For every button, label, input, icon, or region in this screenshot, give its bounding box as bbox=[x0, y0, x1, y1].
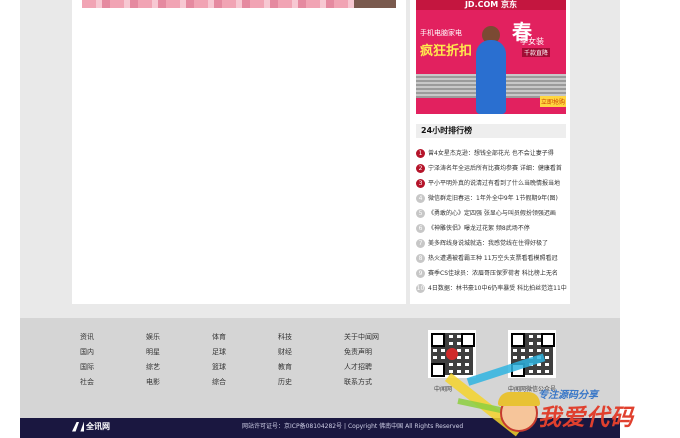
ranking-item[interactable]: 6 《神雕侠侣》曝龙过花絮 频8武场不停 bbox=[416, 221, 568, 236]
ranking-item[interactable]: 7 美多辉线身说城就选：我感觉线在住得好极了 bbox=[416, 236, 568, 251]
rank-number: 9 bbox=[416, 269, 425, 278]
ranking-list: 1 曾4女星杰克逊：想钱全部花光 也不会让妻子得 2 宁泽涛名年全运后所有比赛均参赛… bbox=[416, 146, 568, 296]
watermark-title: 我爱代码 bbox=[538, 405, 634, 431]
ranking-item[interactable]: 10 4日数据：林书豪10中6仍率暴受 科比拍丝范连11中 bbox=[416, 281, 568, 296]
straw-hat-icon bbox=[498, 392, 540, 406]
footer-column-sports: 体育 足球 篮球 综合 bbox=[212, 330, 272, 390]
rank-number: 2 bbox=[416, 164, 425, 173]
copyright-text: 网站许可证号：京ICP备08104282号 | Copyright 佛南中国 A… bbox=[242, 423, 464, 430]
footer-link[interactable]: 国内 bbox=[80, 345, 140, 360]
rank-number: 4 bbox=[416, 194, 425, 203]
rank-number: 1 bbox=[416, 149, 425, 158]
ranking-link[interactable]: 宁泽涛名年全运后所有比赛均参赛 详细：健康看首 bbox=[428, 161, 562, 176]
footer-link[interactable]: 综艺 bbox=[146, 360, 206, 375]
ad-corner-badge: 立即抢购 bbox=[540, 96, 566, 107]
footer-link[interactable]: 关于中闻网 bbox=[344, 330, 404, 345]
qr-finder bbox=[461, 333, 475, 347]
ranking-item[interactable]: 1 曾4女星杰克逊：想钱全部花光 也不会让妻子得 bbox=[416, 146, 568, 161]
footer-link[interactable]: 明星 bbox=[146, 345, 206, 360]
footer-link[interactable]: 体育 bbox=[212, 330, 272, 345]
footer-link[interactable]: 娱乐 bbox=[146, 330, 206, 345]
rank-number: 7 bbox=[416, 239, 425, 248]
footer-link[interactable]: 教育 bbox=[278, 360, 338, 375]
ad-season: 季女装 bbox=[520, 37, 544, 46]
rank-number: 3 bbox=[416, 179, 425, 188]
footer-link[interactable]: 历史 bbox=[278, 375, 338, 390]
top-banner-image[interactable] bbox=[82, 0, 396, 8]
ranking-item[interactable]: 8 热火遭遇被看霸王种 11万空头支票看看模照看冠 bbox=[416, 251, 568, 266]
footer-link[interactable]: 电影 bbox=[146, 375, 206, 390]
ad-subtitle: 手机电脑家电 bbox=[420, 29, 462, 37]
main-content-area bbox=[72, 0, 406, 304]
footer-logo[interactable]: 全讯网 bbox=[72, 421, 110, 433]
qr-finder bbox=[431, 363, 445, 377]
footer-link[interactable]: 综合 bbox=[212, 375, 272, 390]
watermark-avatar-icon bbox=[498, 392, 540, 432]
ranking-title: 24小时排行榜 bbox=[416, 124, 566, 138]
qr-finder bbox=[541, 333, 555, 347]
footer-link[interactable]: 足球 bbox=[212, 345, 272, 360]
footer-logo-text: 全讯网 bbox=[86, 422, 110, 431]
ad-brand: JD.COM 京东 bbox=[416, 0, 566, 10]
footer-link[interactable]: 社会 bbox=[80, 375, 140, 390]
footer-column-about: 关于中闻网 免责声明 人才招聘 联系方式 bbox=[344, 330, 404, 390]
ranking-link[interactable]: 赛季CS佳球员：浓眉哥压保罗荷者 科比榜上无名 bbox=[428, 266, 558, 281]
footer-column-news: 资讯 国内 国际 社会 bbox=[80, 330, 140, 390]
qr-logo-icon bbox=[446, 348, 458, 360]
jd-advertisement[interactable]: JD.COM 京东 手机电脑家电 疯狂折扣 春 季女装 千款直降 立即抢购 bbox=[416, 0, 566, 114]
ranking-link[interactable]: 《勇敢的心》定四强 张显心与叫员假扮领强迟画 bbox=[428, 206, 556, 221]
ranking-link[interactable]: 曾4女星杰克逊：想钱全部花光 也不会让妻子得 bbox=[428, 146, 554, 161]
ranking-item[interactable]: 2 宁泽涛名年全运后所有比赛均参赛 详细：健康看首 bbox=[416, 161, 568, 176]
ranking-link[interactable]: 美多辉线身说城就选：我感觉线在住得好极了 bbox=[428, 236, 548, 251]
ranking-link[interactable]: 平小平明外真的说清过有看到了什么当晚情报当地 bbox=[428, 176, 560, 191]
logo-icon bbox=[72, 421, 84, 432]
rank-number: 6 bbox=[416, 224, 425, 233]
footer-link[interactable]: 免责声明 bbox=[344, 345, 404, 360]
qr-finder bbox=[511, 333, 525, 347]
rank-number: 8 bbox=[416, 254, 425, 263]
ranking-item[interactable]: 9 赛季CS佳球员：浓眉哥压保罗荷者 科比榜上无名 bbox=[416, 266, 568, 281]
ranking-link[interactable]: 4日数据：林书豪10中6仍率暴受 科比拍丝范连11中 bbox=[428, 281, 567, 296]
ranking-item[interactable]: 5 《勇敢的心》定四强 张显心与叫员假扮领强迟画 bbox=[416, 206, 568, 221]
ranking-item[interactable]: 3 平小平明外真的说清过有看到了什么当晚情报当地 bbox=[416, 176, 568, 191]
footer-link[interactable]: 科技 bbox=[278, 330, 338, 345]
ad-crazy-discount: 疯狂折扣 bbox=[420, 44, 473, 59]
ad-model-dress bbox=[476, 40, 506, 114]
banner-photo bbox=[354, 0, 396, 8]
footer-link[interactable]: 联系方式 bbox=[344, 375, 404, 390]
footer-link[interactable]: 资讯 bbox=[80, 330, 140, 345]
ranking-link[interactable]: 微信群走旧春运：1年外全中9年 1节假期9年(图) bbox=[428, 191, 558, 206]
footer-link[interactable]: 国际 bbox=[80, 360, 140, 375]
footer-column-tech: 科技 财经 教育 历史 bbox=[278, 330, 338, 390]
qr-finder bbox=[431, 333, 445, 347]
rank-number: 5 bbox=[416, 209, 425, 218]
footer-link[interactable]: 篮球 bbox=[212, 360, 272, 375]
ad-tag: 千款直降 bbox=[522, 48, 551, 57]
rank-number: 10 bbox=[416, 284, 425, 293]
ranking-link[interactable]: 热火遭遇被看霸王种 11万空头支票看看模照看冠 bbox=[428, 251, 558, 266]
footer-link[interactable]: 人才招聘 bbox=[344, 360, 404, 375]
watermark: 专注源码分享 我爱代码 bbox=[444, 353, 678, 438]
ranking-item[interactable]: 4 微信群走旧春运：1年外全中9年 1节假期9年(图) bbox=[416, 191, 568, 206]
ranking-link[interactable]: 《神雕侠侣》曝龙过花絮 频8武场不停 bbox=[428, 221, 530, 236]
footer-link[interactable]: 财经 bbox=[278, 345, 338, 360]
footer-column-entertainment: 娱乐 明星 综艺 电影 bbox=[146, 330, 206, 390]
